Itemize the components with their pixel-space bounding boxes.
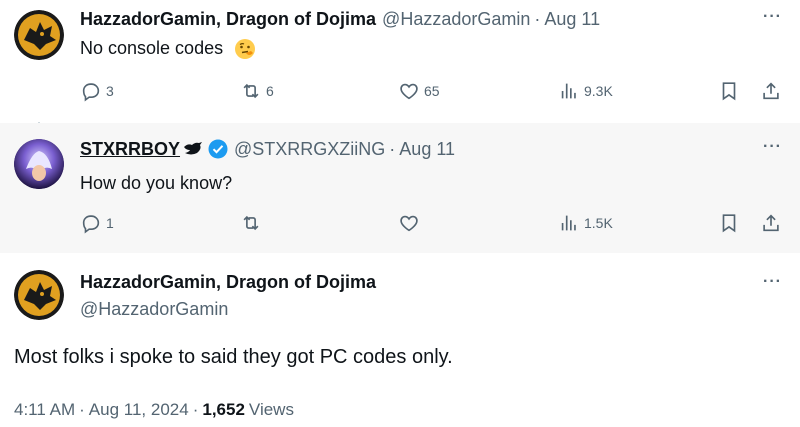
thinking-face-emoji-icon [235, 39, 256, 60]
reply-button[interactable]: 3 [80, 80, 114, 102]
share-icon [763, 82, 779, 100]
reply-count: 3 [106, 83, 114, 99]
bird-heart-icon [182, 140, 204, 158]
more-options-icon[interactable]: ··· [763, 8, 782, 26]
separator-dot: · [389, 139, 396, 159]
tweet-header: STXRRBOY @STXRRGXZiiNG · Aug 11 [80, 138, 455, 160]
anime-character-avatar-icon [14, 139, 64, 189]
share-button[interactable] [760, 80, 786, 102]
separator-dot: · [79, 400, 85, 419]
tweet-date[interactable]: Aug 11 [544, 8, 600, 30]
share-button[interactable] [760, 212, 786, 234]
view-count: 1.5K [584, 215, 613, 231]
repost-icon [243, 215, 259, 231]
tweet-date[interactable]: Aug 11 [399, 138, 455, 160]
dragon-logo-avatar-icon [14, 10, 64, 60]
view-count: 9.3K [584, 83, 613, 99]
separator-dot: · [534, 9, 541, 29]
main-tweet: HazzadorGamin, Dragon of Dojima @Hazzado… [0, 253, 800, 427]
analytics-bar-icon [561, 83, 576, 99]
like-button[interactable]: 65 [398, 80, 440, 102]
author-name[interactable]: STXRRBOY [80, 138, 180, 160]
tweet-actions: 1 1.5K [80, 212, 780, 236]
tweet-text: How do you know? [80, 173, 233, 193]
like-count: 65 [424, 83, 440, 99]
heart-icon [400, 215, 418, 232]
analytics-bar-icon [561, 215, 576, 231]
tweet-text: Most folks i spoke to said they got PC c… [14, 346, 453, 368]
more-options-icon[interactable]: ··· [763, 138, 782, 156]
tweet-text-content: No console codes [80, 38, 224, 58]
views-button[interactable]: 9.3K [558, 80, 613, 102]
thread-tweet-2[interactable]: STXRRBOY @STXRRGXZiiNG · Aug 11 ··· How … [0, 123, 800, 253]
tweet-meta: 4:11 AM · Aug 11, 2024 · 1,652 Views [14, 399, 294, 421]
repost-button[interactable] [240, 212, 266, 234]
views-label: Views [248, 400, 294, 419]
reply-icon [82, 83, 100, 102]
tweet-text: No console codes [80, 36, 256, 60]
separator-dot: · [192, 400, 199, 419]
heart-icon [400, 83, 418, 100]
tweet-actions: 3 6 65 9.3K [80, 80, 780, 104]
author-handle[interactable]: @STXRRGXZiiNG [234, 138, 385, 160]
views-button[interactable]: 1.5K [558, 212, 613, 234]
bookmark-button[interactable] [718, 212, 744, 234]
avatar[interactable] [14, 139, 64, 189]
reply-count: 1 [106, 215, 114, 231]
author-name[interactable]: HazzadorGamin, Dragon of Dojima [80, 271, 376, 293]
repost-count: 6 [266, 83, 274, 99]
bookmark-icon [722, 214, 736, 233]
reply-button[interactable]: 1 [80, 212, 114, 234]
tweet-time[interactable]: 4:11 AM [14, 399, 75, 421]
dragon-logo-avatar-icon [14, 270, 64, 320]
tweet-full-date[interactable]: Aug 11, 2024 [89, 399, 189, 421]
reply-icon [82, 215, 100, 234]
more-options-icon[interactable]: ··· [763, 273, 782, 291]
repost-icon [243, 83, 259, 99]
thread-tweet-1[interactable]: HazzadorGamin, Dragon of Dojima @Hazzado… [0, 0, 800, 122]
author-name[interactable]: HazzadorGamin, Dragon of Dojima [80, 8, 376, 30]
author-handle[interactable]: @HazzadorGamin [80, 298, 228, 320]
like-button[interactable] [398, 212, 424, 234]
avatar[interactable] [14, 10, 64, 60]
share-icon [763, 214, 779, 232]
author-handle[interactable]: @HazzadorGamin [382, 8, 530, 30]
avatar[interactable] [14, 270, 64, 320]
repost-button[interactable]: 6 [240, 80, 274, 102]
bookmark-button[interactable] [718, 80, 744, 102]
views-count: 1,652 [202, 400, 245, 419]
bookmark-icon [722, 82, 736, 101]
tweet-header: HazzadorGamin, Dragon of Dojima @Hazzado… [80, 8, 600, 30]
verified-badge-icon [208, 139, 228, 159]
